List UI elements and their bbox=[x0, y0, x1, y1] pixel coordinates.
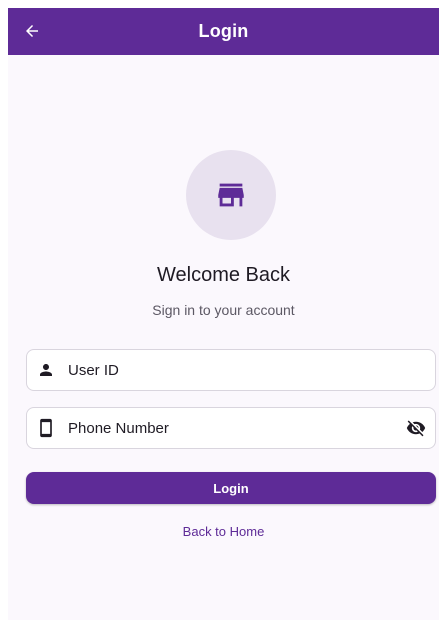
smartphone-icon bbox=[36, 418, 56, 438]
user-id-placeholder: User ID bbox=[68, 361, 119, 379]
app-bar: Login bbox=[8, 8, 439, 55]
eye-off-icon bbox=[406, 420, 426, 437]
storefront-icon bbox=[218, 183, 244, 207]
phone-number-placeholder: Phone Number bbox=[68, 419, 169, 437]
app-area: Login Welcome Back Sign in to your accou… bbox=[8, 8, 439, 620]
back-to-home-link[interactable]: Back to Home bbox=[8, 524, 439, 539]
store-icon-badge bbox=[186, 150, 276, 240]
user-id-field[interactable]: User ID bbox=[26, 349, 436, 391]
visibility-toggle-button[interactable] bbox=[405, 417, 427, 439]
arrow-left-icon bbox=[26, 25, 38, 37]
login-button[interactable]: Login bbox=[26, 472, 436, 504]
page-title: Login bbox=[198, 21, 249, 41]
back-button[interactable] bbox=[20, 19, 44, 43]
welcome-heading: Welcome Back bbox=[156, 264, 290, 286]
phone-number-field[interactable]: Phone Number bbox=[26, 407, 436, 449]
frame-border-left bbox=[0, 0, 8, 632]
person-icon bbox=[36, 360, 56, 380]
frame-border-bottom bbox=[0, 620, 439, 632]
welcome-subtitle: Sign in to your account bbox=[152, 302, 295, 318]
login-screen: Login Welcome Back Sign in to your accou… bbox=[0, 0, 439, 632]
